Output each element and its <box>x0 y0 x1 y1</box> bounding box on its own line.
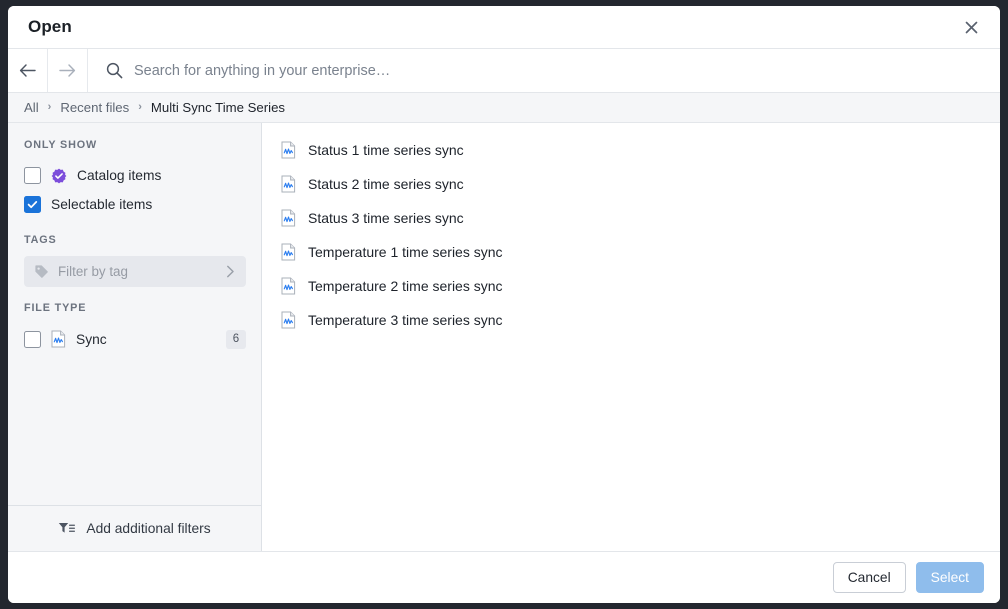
filters-scroll-area: ONLY SHOW Catalog items Selectable items… <box>8 123 261 505</box>
tag-icon <box>34 264 49 279</box>
search-placeholder: Search for anything in your enterprise… <box>134 62 391 79</box>
filter-selectable-items[interactable]: Selectable items <box>24 190 246 219</box>
sync-file-icon <box>281 243 296 261</box>
add-additional-filters-label: Add additional filters <box>86 521 211 536</box>
tag-placeholder: Filter by tag <box>58 264 128 279</box>
sync-file-icon <box>281 277 296 295</box>
file-list: Status 1 time series sync Status 2 time … <box>262 123 1000 551</box>
selectable-items-checkbox[interactable] <box>24 196 41 213</box>
catalog-seal-icon <box>51 168 67 184</box>
filter-list-icon <box>58 521 76 536</box>
file-name: Temperature 3 time series sync <box>308 312 503 328</box>
cancel-button[interactable]: Cancel <box>832 562 906 593</box>
breadcrumb-item-recent-files[interactable]: Recent files <box>60 100 129 115</box>
file-type-label: Sync <box>76 331 107 347</box>
breadcrumb-item-current: Multi Sync Time Series <box>150 100 286 115</box>
dialog-body: ONLY SHOW Catalog items Selectable items… <box>8 123 1000 551</box>
sync-file-icon <box>281 175 296 193</box>
chevron-right-icon <box>226 265 235 278</box>
breadcrumb-item-all[interactable]: All <box>24 100 39 115</box>
breadcrumb-separator-icon: › <box>47 101 52 113</box>
search-input[interactable]: Search for anything in your enterprise… <box>88 49 1000 92</box>
arrow-right-icon <box>59 63 76 78</box>
list-item[interactable]: Status 2 time series sync <box>262 167 1000 201</box>
file-type-count-badge: 6 <box>226 329 246 349</box>
arrow-left-icon <box>19 63 36 78</box>
tags-heading: TAGS <box>24 234 57 246</box>
only-show-heading: ONLY SHOW <box>24 139 98 151</box>
sync-file-icon <box>51 330 66 348</box>
select-button[interactable]: Select <box>915 562 984 593</box>
list-item[interactable]: Status 1 time series sync <box>262 133 1000 167</box>
catalog-items-checkbox[interactable] <box>24 167 41 184</box>
filter-catalog-items[interactable]: Catalog items <box>24 161 246 190</box>
file-name: Temperature 2 time series sync <box>308 278 503 294</box>
file-name: Status 3 time series sync <box>308 210 464 226</box>
search-toolbar: Search for anything in your enterprise… <box>8 49 1000 93</box>
filter-label: Selectable items <box>51 197 153 212</box>
close-icon[interactable] <box>956 12 986 42</box>
add-additional-filters-button[interactable]: Add additional filters <box>8 505 261 551</box>
file-name: Status 2 time series sync <box>308 176 464 192</box>
sync-file-icon <box>281 141 296 159</box>
filter-label: Catalog items <box>77 168 162 183</box>
tag-filter-input[interactable]: Filter by tag <box>24 256 246 287</box>
open-file-dialog: Open Search for anything in your enterpr… <box>8 6 1000 603</box>
dialog-footer: Cancel Select <box>8 551 1000 603</box>
dialog-titlebar: Open <box>8 6 1000 49</box>
list-item[interactable]: Temperature 1 time series sync <box>262 235 1000 269</box>
breadcrumb-separator-icon: › <box>138 101 142 113</box>
list-item[interactable]: Temperature 3 time series sync <box>262 303 1000 337</box>
filter-file-type-sync[interactable]: Sync 6 <box>24 324 246 354</box>
file-type-sync-checkbox[interactable] <box>24 330 41 348</box>
sync-file-icon <box>281 311 296 329</box>
breadcrumb: All › Recent files › Multi Sync Time Ser… <box>8 93 1000 123</box>
file-type-heading: FILE TYPE <box>24 302 87 314</box>
file-name: Status 1 time series sync <box>308 142 464 158</box>
sync-file-icon <box>281 209 296 227</box>
back-button[interactable] <box>8 49 48 92</box>
file-name: Temperature 1 time series sync <box>308 244 503 260</box>
forward-button[interactable] <box>48 49 88 92</box>
list-item[interactable]: Status 3 time series sync <box>262 201 1000 235</box>
page-title: Open <box>28 17 72 36</box>
list-item[interactable]: Temperature 2 time series sync <box>262 269 1000 303</box>
search-icon <box>106 62 123 79</box>
filters-sidebar: ONLY SHOW Catalog items Selectable items… <box>8 123 262 551</box>
